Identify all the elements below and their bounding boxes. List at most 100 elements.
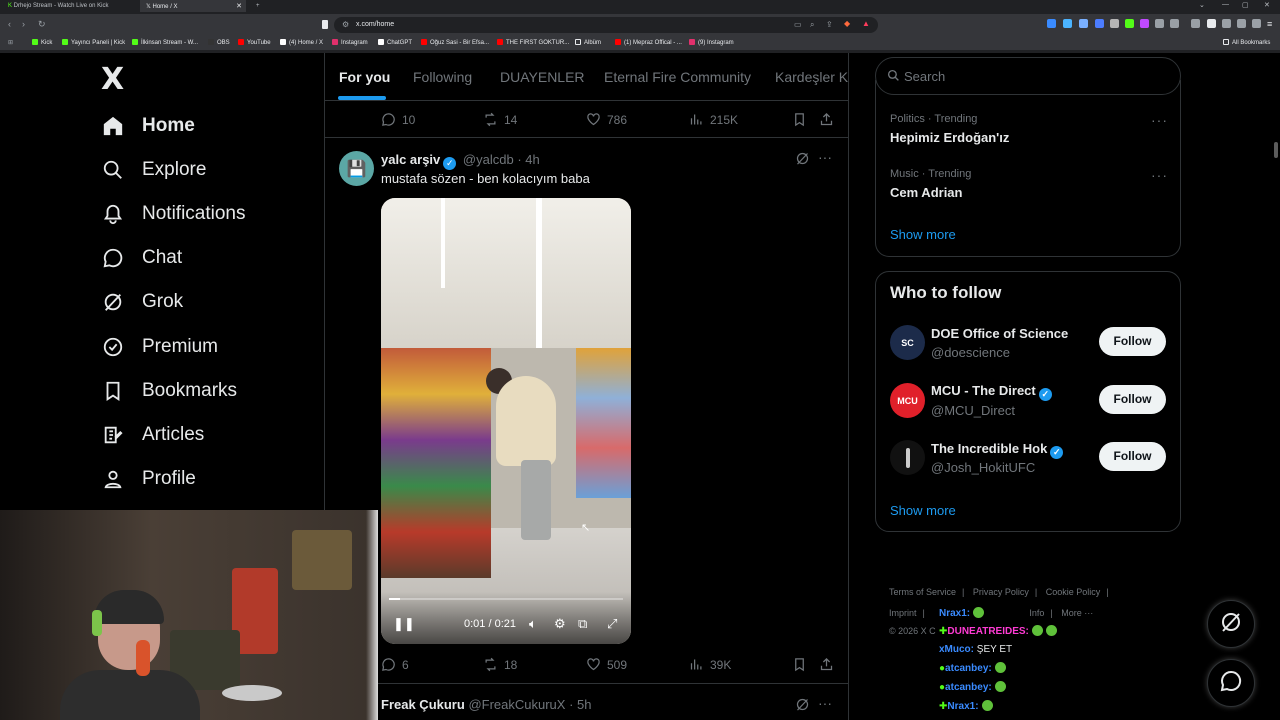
- menu-icon[interactable]: ≡: [1267, 19, 1272, 29]
- grok-icon[interactable]: [795, 151, 810, 171]
- extension-icon[interactable]: [1047, 19, 1056, 28]
- picture-in-picture-icon[interactable]: ⧉: [578, 616, 587, 632]
- footer-link[interactable]: Terms of Service: [889, 587, 956, 597]
- extension-icon[interactable]: [1079, 19, 1088, 28]
- trend-title[interactable]: Hepimiz Erdoğan'ız: [890, 130, 1009, 145]
- follow-button[interactable]: Follow: [1099, 442, 1166, 471]
- shield-icon[interactable]: [1252, 19, 1261, 28]
- bookmark-button[interactable]: [792, 112, 813, 127]
- x-logo[interactable]: X: [101, 62, 124, 97]
- site-info-icon[interactable]: ⚙: [342, 20, 349, 29]
- bookmark-item[interactable]: YouTube: [238, 39, 271, 46]
- zoom-icon[interactable]: ⌕: [810, 20, 814, 30]
- bookmark-item[interactable]: ChatGPT: [378, 39, 412, 46]
- wallet-icon[interactable]: [1222, 19, 1231, 28]
- maximize-button[interactable]: ▢: [1242, 1, 1249, 9]
- sidebar-item-notifications[interactable]: Notifications: [101, 194, 246, 234]
- bookmark-page-icon[interactable]: [322, 20, 328, 29]
- sidebar-item-chat[interactable]: Chat: [101, 238, 182, 278]
- footer-link[interactable]: Info: [1029, 608, 1044, 618]
- pause-icon[interactable]: ❚❚: [393, 616, 415, 632]
- extension-icon[interactable]: [1110, 19, 1119, 28]
- share-button[interactable]: [819, 657, 840, 672]
- author-handle[interactable]: @yalcdb: [463, 152, 514, 167]
- repost-button[interactable]: 18: [483, 657, 517, 672]
- more-options-icon[interactable]: ···: [1151, 112, 1168, 128]
- settings-icon[interactable]: [1237, 19, 1246, 28]
- scrollbar-thumb[interactable]: [1274, 142, 1278, 158]
- trend-title[interactable]: Cem Adrian: [890, 185, 962, 200]
- rewards-icon[interactable]: ▲: [862, 19, 870, 28]
- bookmark-item[interactable]: (1) Mepraz Offical - ...: [615, 39, 682, 46]
- avatar[interactable]: SC: [890, 325, 925, 360]
- fullscreen-icon[interactable]: ⤢: [607, 616, 617, 632]
- avatar[interactable]: 💾: [339, 151, 374, 186]
- author-name[interactable]: Freak Çukuru: [381, 697, 465, 712]
- post-time[interactable]: 4h: [525, 152, 539, 167]
- volume-icon[interactable]: 🔈︎: [529, 616, 537, 632]
- bookmark-item[interactable]: Yayıncı Paneli | Kick: [62, 39, 125, 46]
- tab-duayenler[interactable]: DUAYENLER: [500, 69, 585, 85]
- footer-link[interactable]: Privacy Policy: [973, 587, 1029, 597]
- chevron-down-icon[interactable]: ⌄: [1199, 1, 1205, 9]
- author-name[interactable]: yalc arşiv: [381, 152, 440, 167]
- show-more-link[interactable]: Show more: [890, 227, 956, 242]
- footer-link[interactable]: Cookie Policy: [1046, 587, 1101, 597]
- bookmark-item[interactable]: (9) Instagram: [689, 39, 734, 46]
- extension-icon[interactable]: [1170, 19, 1179, 28]
- share-icon[interactable]: ⇪: [826, 20, 833, 29]
- extension-icon[interactable]: [1095, 19, 1104, 28]
- extensions-puzzle-icon[interactable]: [1155, 19, 1164, 28]
- views-button[interactable]: 215K: [689, 112, 738, 127]
- tab-kardesler[interactable]: Kardeşler Ku: [775, 69, 848, 85]
- sidebar-item-premium[interactable]: Premium: [101, 327, 218, 367]
- bookmark-item[interactable]: İlkinsan Stream - W...: [132, 39, 198, 46]
- tab-for-you[interactable]: For you: [339, 69, 390, 85]
- browser-tab[interactable]: K Drhejo Stream - Watch Live on Kick: [2, 0, 140, 12]
- repost-button[interactable]: 14: [483, 112, 517, 127]
- all-bookmarks-folder[interactable]: All Bookmarks: [1223, 39, 1270, 46]
- bookmark-item[interactable]: OBS: [208, 39, 230, 46]
- follow-button[interactable]: Follow: [1099, 327, 1166, 356]
- account-name[interactable]: The Incredible Hok ✓: [931, 441, 1066, 459]
- screen-icon[interactable]: ▭: [794, 20, 802, 29]
- like-button[interactable]: 509: [586, 657, 627, 672]
- tab-eternal-fire-community[interactable]: Eternal Fire Community: [604, 69, 751, 85]
- back-button[interactable]: ‹: [8, 19, 11, 29]
- sidebar-item-grok[interactable]: Grok: [101, 282, 183, 322]
- video-progress-bar[interactable]: [389, 598, 623, 600]
- bookmark-item[interactable]: Oğuz Sasi - Bir Efsa...: [421, 39, 489, 46]
- close-window-button[interactable]: ✕: [1264, 1, 1270, 9]
- bookmark-item[interactable]: (4) Home / X: [280, 39, 323, 46]
- sidebar-item-articles[interactable]: Articles: [101, 415, 204, 455]
- extension-icon[interactable]: [1063, 19, 1072, 28]
- brave-shield-icon[interactable]: ◆: [844, 19, 850, 28]
- bookmark-folder[interactable]: Albüm: [575, 39, 601, 46]
- profile-icon[interactable]: [1207, 19, 1216, 28]
- video-player[interactable]: ❚❚ 0:01 / 0:21 🔈︎ ⚙ ⧉ ⤢: [381, 198, 631, 644]
- bookmark-button[interactable]: [792, 657, 813, 672]
- account-name[interactable]: DOE Office of Science: [931, 326, 1068, 341]
- sidebar-item-home[interactable]: Home: [101, 106, 195, 146]
- reload-button[interactable]: ↻: [38, 19, 46, 30]
- bookmark-item[interactable]: THE FIRST GOKTUR...: [497, 39, 569, 46]
- grok-button[interactable]: [1207, 600, 1255, 648]
- more-options-icon[interactable]: ···: [818, 149, 832, 165]
- messages-button[interactable]: [1207, 659, 1255, 707]
- forward-button[interactable]: ›: [22, 19, 25, 29]
- views-button[interactable]: 39K: [689, 657, 731, 672]
- extension-icon[interactable]: [1140, 19, 1149, 28]
- apps-grid-icon[interactable]: ⊞: [8, 39, 13, 46]
- like-button[interactable]: 786: [586, 112, 627, 127]
- post-time[interactable]: 5h: [577, 697, 591, 712]
- reply-button[interactable]: 6: [381, 657, 409, 672]
- extension-icon[interactable]: [1125, 19, 1134, 28]
- sidebar-item-profile[interactable]: Profile: [101, 459, 196, 499]
- author-handle[interactable]: @FreakCukuruX: [468, 697, 565, 712]
- follow-button[interactable]: Follow: [1099, 385, 1166, 414]
- sidebar-item-explore[interactable]: Explore: [101, 150, 206, 190]
- sidebar-item-bookmarks[interactable]: Bookmarks: [101, 371, 237, 411]
- browser-tab-active[interactable]: 𝕏 Home / X ✕: [140, 0, 246, 12]
- more-options-icon[interactable]: ···: [1151, 167, 1168, 183]
- more-options-icon[interactable]: ···: [818, 695, 832, 711]
